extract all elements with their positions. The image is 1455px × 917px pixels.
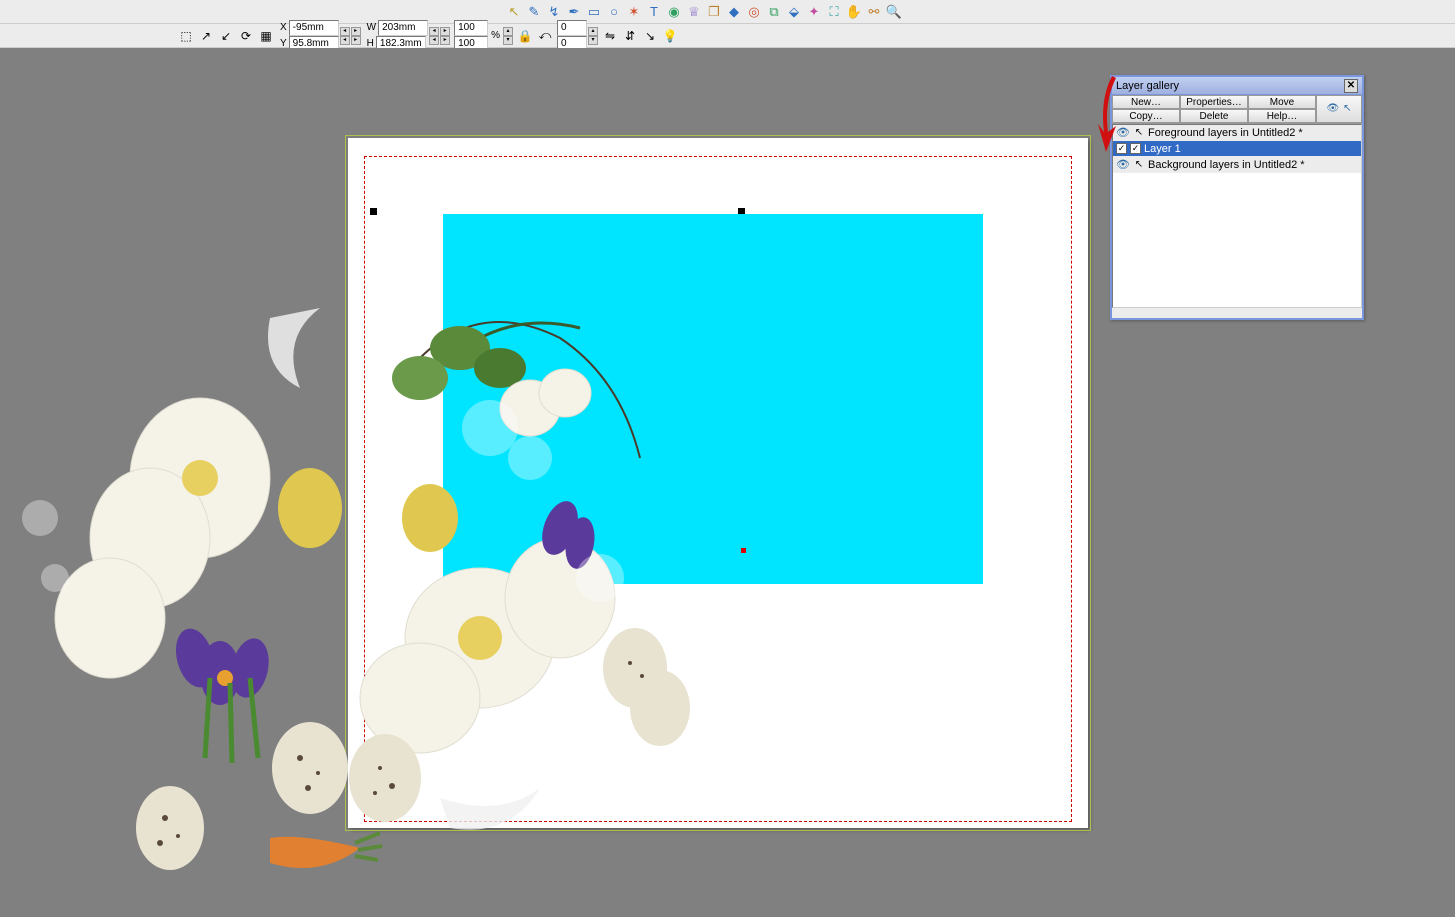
cyan-rectangle-object[interactable] xyxy=(443,214,983,584)
scale-group: 100 100 % ▴▾ xyxy=(454,20,513,52)
layer-view-toggle[interactable]: 👁 ↖ xyxy=(1316,95,1362,123)
nudge-icon[interactable]: ↘ xyxy=(642,28,658,44)
pen-tool[interactable]: ✒ xyxy=(565,3,583,21)
main-toolbar: ↖✎↯✒▭○✶T◉♕❐◆◎⧉⬙✦⛶✋⚯🔍 xyxy=(0,0,1455,24)
editable-checkbox[interactable]: ✓ xyxy=(1130,143,1141,154)
rectangle-tool[interactable]: ▭ xyxy=(585,3,603,21)
layer-gallery-titlebar[interactable]: Layer gallery ✕ xyxy=(1112,77,1362,95)
wh-spinner-r[interactable]: ▸▸ xyxy=(440,27,450,45)
quickshape-tool[interactable]: ✶ xyxy=(625,3,643,21)
rotate-icon[interactable]: ⟳ xyxy=(238,28,254,44)
arrow-icon[interactable]: ↖ xyxy=(1133,159,1145,170)
layer-properties-button[interactable]: Properties… xyxy=(1180,95,1248,109)
text-tool[interactable]: T xyxy=(645,3,663,21)
blend-tool[interactable]: ⧉ xyxy=(765,3,783,21)
grid-icon[interactable]: ▦ xyxy=(258,28,274,44)
push-tool[interactable]: ✋ xyxy=(845,3,863,21)
shape-editor-tool[interactable]: ↯ xyxy=(545,3,563,21)
selector-tool[interactable]: ↖ xyxy=(505,3,523,21)
selector-infobar: ⬚ ↗ ↙ ⟳ ▦ X -95mm Y 95.8mm ◂◂ ▸▸ W 203mm… xyxy=(0,24,1455,48)
wh-spinner[interactable]: ◂◂ xyxy=(429,27,439,45)
close-icon[interactable]: ✕ xyxy=(1344,79,1358,93)
bevel-tool[interactable]: ◆ xyxy=(725,3,743,21)
copy-layer-button[interactable]: Copy… xyxy=(1112,109,1180,123)
eye-icon[interactable]: 👁 xyxy=(1116,158,1130,171)
angle-group: 0 0 ▴▾ xyxy=(557,20,598,52)
rotation-center[interactable] xyxy=(741,548,746,553)
foreground-layers-label: Foreground layers in Untitled2 * xyxy=(1148,127,1303,139)
canvas-page[interactable] xyxy=(348,138,1088,828)
transform-origin-icon[interactable]: ↗ xyxy=(198,28,214,44)
flip-v-icon[interactable]: ⇵ xyxy=(622,28,638,44)
zoom-tool[interactable]: 🔍 xyxy=(885,3,903,21)
layer-list[interactable]: 👁 ↖ Foreground layers in Untitled2 * ✓ ✓… xyxy=(1112,124,1362,308)
scale-line-widths-icon[interactable]: ↙ xyxy=(218,28,234,44)
contour-tool[interactable]: ◎ xyxy=(745,3,763,21)
photo-tool[interactable]: ⛶ xyxy=(825,3,843,21)
wh-group: W 203mm H 182.3mm ◂◂ ▸▸ xyxy=(365,20,450,52)
arrow-icon: ↖ xyxy=(1343,103,1351,115)
visible-checkbox[interactable]: ✓ xyxy=(1116,143,1127,154)
liveeffect-tool[interactable]: ✦ xyxy=(805,3,823,21)
help-button[interactable]: Help… xyxy=(1248,109,1316,123)
w-value[interactable]: 203mm xyxy=(378,20,428,36)
xy-group: X -95mm Y 95.8mm ◂◂ ▸▸ xyxy=(278,20,361,52)
bulb-icon[interactable]: 💡 xyxy=(662,28,678,44)
angle-spinner[interactable]: ▴▾ xyxy=(588,27,598,45)
layer-gallery-title: Layer gallery xyxy=(1116,80,1179,92)
xy-spinner-r[interactable]: ▸▸ xyxy=(351,27,361,45)
arrow-icon[interactable]: ↖ xyxy=(1133,127,1145,138)
fill-tool[interactable]: ◉ xyxy=(665,3,683,21)
new-layer-button[interactable]: New… xyxy=(1112,95,1180,109)
w-label: W xyxy=(365,22,378,33)
x-value[interactable]: -95mm xyxy=(289,20,339,36)
freehand-tool[interactable]: ✎ xyxy=(525,3,543,21)
delete-layer-button[interactable]: Delete xyxy=(1180,109,1248,123)
eye-icon: 👁 xyxy=(1326,103,1339,115)
shadow-tool[interactable]: ❐ xyxy=(705,3,723,21)
xy-spinner[interactable]: ◂◂ xyxy=(340,27,350,45)
ellipse-tool[interactable]: ○ xyxy=(605,3,623,21)
angle-value[interactable]: 0 xyxy=(557,20,587,36)
layer-gallery-buttons: New… Properties… Move 👁 ↖ Copy… Delete H… xyxy=(1112,95,1362,124)
scale-spinner[interactable]: ▴▾ xyxy=(503,27,513,45)
transparency-tool[interactable]: ♕ xyxy=(685,3,703,21)
link-tool[interactable]: ⚯ xyxy=(865,3,883,21)
mould-tool[interactable]: ⬙ xyxy=(785,3,803,21)
layer-row-layer1[interactable]: ✓ ✓ Layer 1 xyxy=(1113,141,1361,157)
layer-gallery-panel[interactable]: Layer gallery ✕ New… Properties… Move 👁 … xyxy=(1110,75,1364,320)
selection-bounds-icon[interactable]: ⬚ xyxy=(178,28,194,44)
layer1-label: Layer 1 xyxy=(1144,143,1181,155)
flip-h-icon[interactable]: ⇋ xyxy=(602,28,618,44)
selection-handle[interactable] xyxy=(370,208,377,215)
scale-x-value[interactable]: 100 xyxy=(454,20,488,36)
eye-icon[interactable]: 👁 xyxy=(1116,126,1130,139)
background-layers-label: Background layers in Untitled2 * xyxy=(1148,159,1305,171)
percent-label: % xyxy=(489,30,502,41)
layer-group-foreground[interactable]: 👁 ↖ Foreground layers in Untitled2 * xyxy=(1113,125,1361,141)
flip-rotate-icon[interactable]: ⤺ xyxy=(537,28,553,44)
lock-aspect-icon[interactable]: 🔒 xyxy=(517,28,533,44)
x-label: X xyxy=(278,22,289,33)
layer-group-background[interactable]: 👁 ↖ Background layers in Untitled2 * xyxy=(1113,157,1361,173)
move-layer-button[interactable]: Move xyxy=(1248,95,1316,109)
